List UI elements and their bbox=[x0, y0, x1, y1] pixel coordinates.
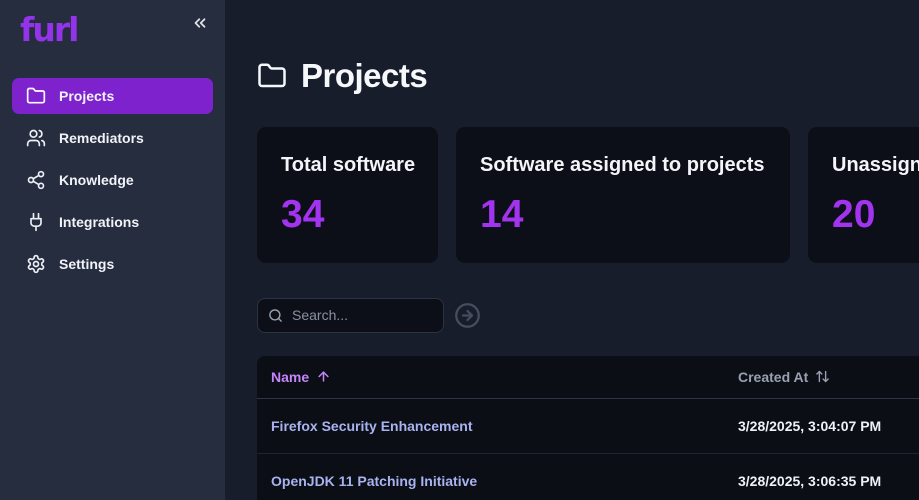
plug-icon bbox=[26, 212, 46, 232]
sidebar-item-label: Settings bbox=[59, 256, 115, 272]
projects-table: Name Created At Firefox Security Enhance… bbox=[257, 356, 919, 500]
sidebar-item-label: Integrations bbox=[59, 214, 140, 230]
column-label: Name bbox=[271, 368, 310, 385]
created-at-cell: 3/28/2025, 3:04:07 PM bbox=[738, 398, 919, 454]
folder-icon bbox=[257, 61, 287, 91]
project-name-link[interactable]: OpenJDK 11 Patching Initiative bbox=[257, 453, 738, 500]
sidebar-item-remediators[interactable]: Remediators bbox=[12, 120, 213, 156]
stat-label: Total software bbox=[281, 154, 416, 176]
app-root: furl Projects Remediators Knowledge Inte… bbox=[0, 0, 919, 500]
folder-icon bbox=[26, 86, 46, 106]
table-row[interactable]: OpenJDK 11 Patching Initiative 3/28/2025… bbox=[257, 453, 919, 500]
search-row bbox=[257, 297, 919, 333]
search-box bbox=[257, 297, 444, 333]
search-icon bbox=[268, 308, 283, 323]
sidebar-item-projects[interactable]: Projects bbox=[12, 78, 213, 114]
table-header-row: Name Created At bbox=[257, 356, 919, 399]
app-logo: furl bbox=[20, 10, 79, 49]
main-content: Projects Total software 34 Software assi… bbox=[225, 0, 919, 500]
sidebar-item-label: Knowledge bbox=[59, 172, 134, 188]
page-header: Projects bbox=[257, 55, 919, 97]
gear-icon bbox=[26, 254, 46, 274]
column-label: Created At bbox=[738, 368, 809, 385]
stat-card-total-software: Total software 34 bbox=[257, 127, 438, 263]
project-name-link[interactable]: Firefox Security Enhancement bbox=[257, 398, 738, 454]
sidebar-collapse-button[interactable] bbox=[189, 12, 211, 34]
page-title: Projects bbox=[301, 57, 428, 94]
search-input[interactable] bbox=[292, 307, 422, 323]
stat-value: 14 bbox=[480, 193, 524, 236]
table-row[interactable]: Firefox Security Enhancement 3/28/2025, … bbox=[257, 398, 919, 454]
sidebar-item-settings[interactable]: Settings bbox=[12, 246, 213, 282]
arrow-up-icon bbox=[316, 369, 331, 384]
stat-card-unassigned-software: Unassigned software 20 bbox=[808, 127, 919, 263]
column-header-name[interactable]: Name bbox=[257, 356, 738, 399]
sidebar-item-label: Remediators bbox=[59, 130, 144, 146]
sidebar-item-label: Projects bbox=[59, 88, 115, 104]
circle-arrow-right-icon bbox=[454, 302, 481, 329]
sidebar-header: furl bbox=[12, 10, 213, 62]
sidebar-item-knowledge[interactable]: Knowledge bbox=[12, 162, 213, 198]
stat-value: 20 bbox=[832, 193, 876, 236]
arrow-up-down-icon bbox=[815, 369, 830, 384]
search-submit-button[interactable] bbox=[454, 302, 481, 329]
stat-card-assigned-software: Software assigned to projects 14 bbox=[456, 127, 790, 263]
sidebar: furl Projects Remediators Knowledge Inte… bbox=[0, 0, 225, 500]
stat-label: Software assigned to projects bbox=[480, 154, 765, 176]
column-header-created-at[interactable]: Created At bbox=[738, 356, 919, 399]
share-network-icon bbox=[26, 170, 46, 190]
stats-row: Total software 34 Software assigned to p… bbox=[257, 127, 919, 263]
chevrons-left-icon bbox=[191, 14, 209, 32]
stat-label: Unassigned software bbox=[832, 154, 919, 176]
sidebar-nav: Projects Remediators Knowledge Integrati… bbox=[12, 78, 213, 288]
created-at-cell: 3/28/2025, 3:06:35 PM bbox=[738, 453, 919, 500]
sidebar-item-integrations[interactable]: Integrations bbox=[12, 204, 213, 240]
stat-value: 34 bbox=[281, 193, 325, 236]
users-icon bbox=[26, 128, 46, 148]
